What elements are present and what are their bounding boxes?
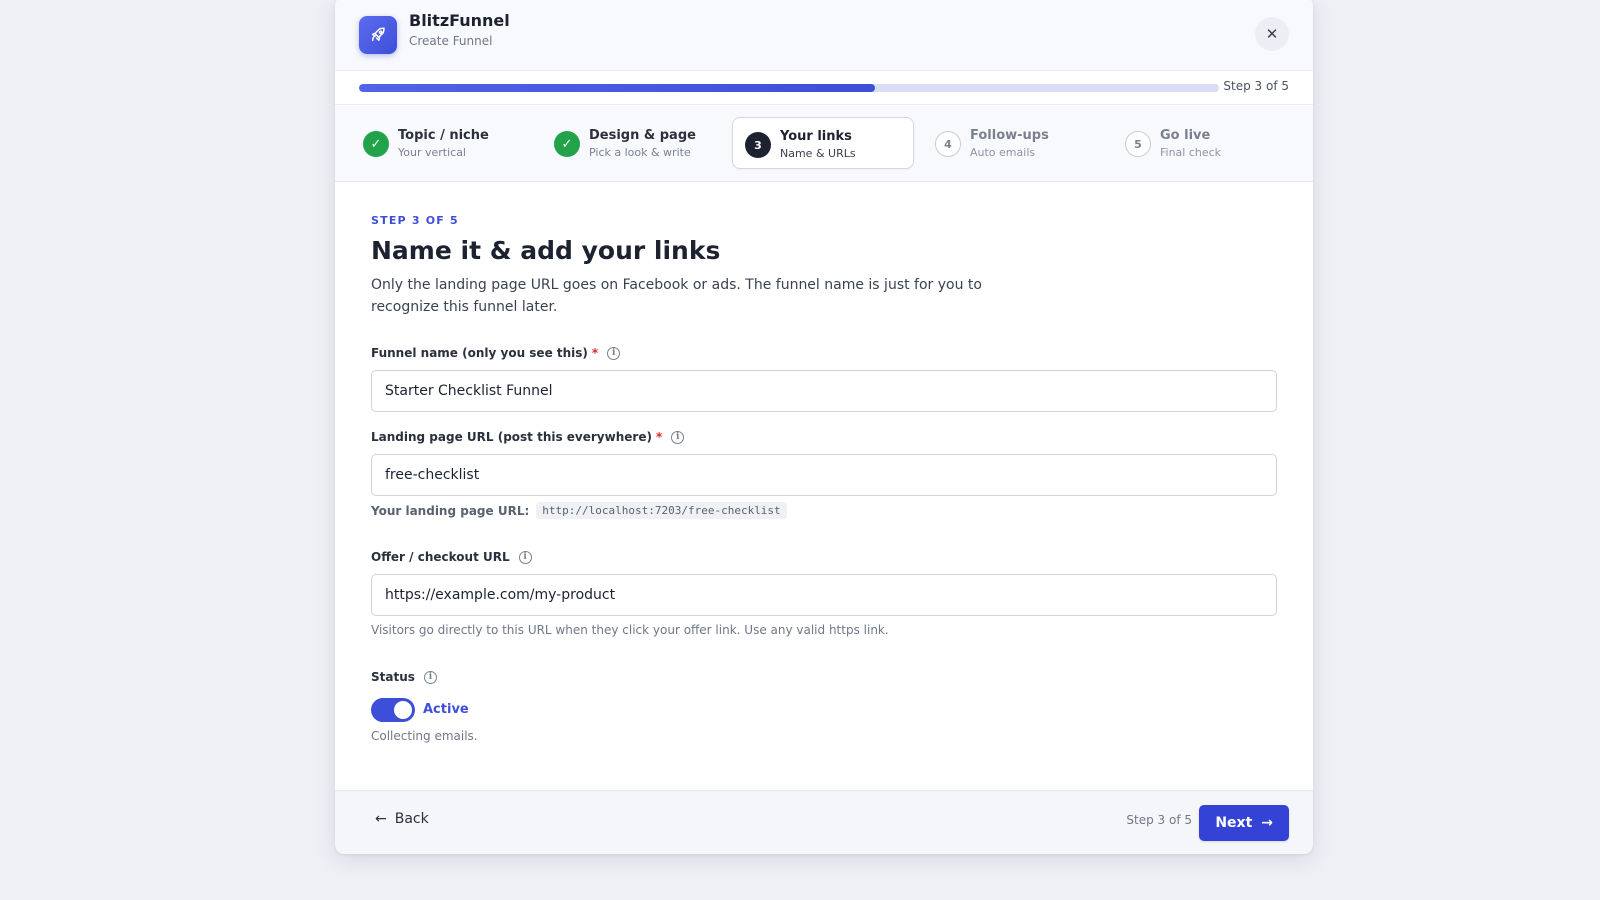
landing-url-preview: Your landing page URL: http://localhost:…: [371, 502, 787, 519]
step-number: 4: [935, 131, 961, 157]
modal-header: BlitzFunnel Create Funnel ✕: [335, 0, 1313, 71]
step-go-live[interactable]: 5 Go live Final check: [1113, 117, 1295, 169]
toggle-knob: [394, 701, 412, 719]
modal-subtitle: Create Funnel: [409, 34, 493, 48]
next-button-label: Next: [1215, 815, 1253, 831]
info-icon[interactable]: i: [518, 550, 532, 564]
close-button[interactable]: ✕: [1255, 17, 1289, 51]
url-preview-value: http://localhost:7203/free-checklist: [536, 502, 787, 519]
funnel-name-label: Funnel name (only you see this) * i: [371, 346, 621, 360]
modal-footer: ← Back Step 3 of 5 Next →: [335, 790, 1313, 854]
page-description: Only the landing page URL goes on Facebo…: [371, 277, 982, 315]
step-follow-ups[interactable]: 4 Follow-ups Auto emails: [923, 117, 1105, 169]
check-icon: ✓: [363, 131, 389, 157]
footer-step-indicator: Step 3 of 5: [1126, 813, 1192, 827]
progress-row: Step 3 of 5: [335, 71, 1313, 105]
info-icon[interactable]: i: [423, 670, 437, 684]
arrow-left-icon: ←: [375, 811, 387, 827]
arrow-right-icon: →: [1261, 815, 1273, 831]
step-number: 5: [1125, 131, 1151, 157]
info-icon[interactable]: i: [671, 430, 685, 444]
step-your-links[interactable]: 3 Your links Name & URLs: [732, 117, 914, 169]
step-topic-niche[interactable]: ✓ Topic / niche Your vertical: [351, 117, 533, 169]
close-icon: ✕: [1265, 25, 1279, 43]
step-title: Design & page: [589, 128, 696, 143]
funnel-name-input[interactable]: [371, 370, 1277, 412]
url-preview-label: Your landing page URL:: [371, 503, 530, 518]
check-icon: ✓: [554, 131, 580, 157]
step-subtitle: Final check: [1160, 146, 1222, 159]
field-label-text: Status: [371, 670, 415, 684]
step-title: Go live: [1160, 128, 1211, 143]
required-marker: *: [655, 430, 663, 444]
status-toggle-label: Active: [423, 702, 469, 717]
field-label-text: Landing page URL (post this everywhere): [371, 430, 652, 444]
progress-bar: [359, 84, 1219, 92]
landing-url-label: Landing page URL (post this everywhere) …: [371, 430, 685, 444]
step-subtitle: Auto emails: [970, 146, 1036, 159]
field-label-text: Funnel name (only you see this): [371, 346, 588, 360]
progress-label: Step 3 of 5: [1223, 79, 1289, 93]
step-subtitle: Name & URLs: [780, 147, 856, 160]
next-button[interactable]: Next →: [1199, 805, 1289, 841]
app-name: BlitzFunnel: [409, 11, 510, 30]
back-button-label: Back: [394, 811, 429, 827]
create-funnel-modal: BlitzFunnel Create Funnel ✕ Step 3 of 5 …: [335, 0, 1313, 854]
stepper: ✓ Topic / niche Your vertical ✓ Design &…: [335, 106, 1313, 182]
status-help: Collecting emails.: [371, 729, 478, 743]
step-subtitle: Pick a look & write: [589, 146, 691, 159]
rocket-icon: [359, 16, 397, 54]
step-number: 3: [745, 132, 771, 158]
step-eyebrow: STEP 3 OF 5: [371, 214, 459, 227]
step-title: Follow-ups: [970, 128, 1049, 143]
step-subtitle: Your vertical: [398, 146, 466, 159]
step-design-page[interactable]: ✓ Design & page Pick a look & write: [542, 117, 724, 169]
info-icon[interactable]: i: [607, 346, 621, 360]
field-label-text: Offer / checkout URL: [371, 550, 510, 564]
step-title: Topic / niche: [398, 128, 489, 143]
back-button[interactable]: ← Back: [375, 811, 429, 827]
status-toggle[interactable]: [371, 698, 415, 722]
offer-url-input[interactable]: [371, 574, 1277, 616]
offer-url-label: Offer / checkout URL i: [371, 550, 532, 564]
offer-url-help: Visitors go directly to this URL when th…: [371, 623, 889, 637]
page-title: Name it & add your links: [371, 236, 721, 265]
required-marker: *: [591, 346, 599, 360]
step-title: Your links: [780, 129, 852, 144]
status-label: Status i: [371, 670, 437, 684]
landing-url-input[interactable]: [371, 454, 1277, 496]
progress-bar-fill: [359, 84, 875, 92]
